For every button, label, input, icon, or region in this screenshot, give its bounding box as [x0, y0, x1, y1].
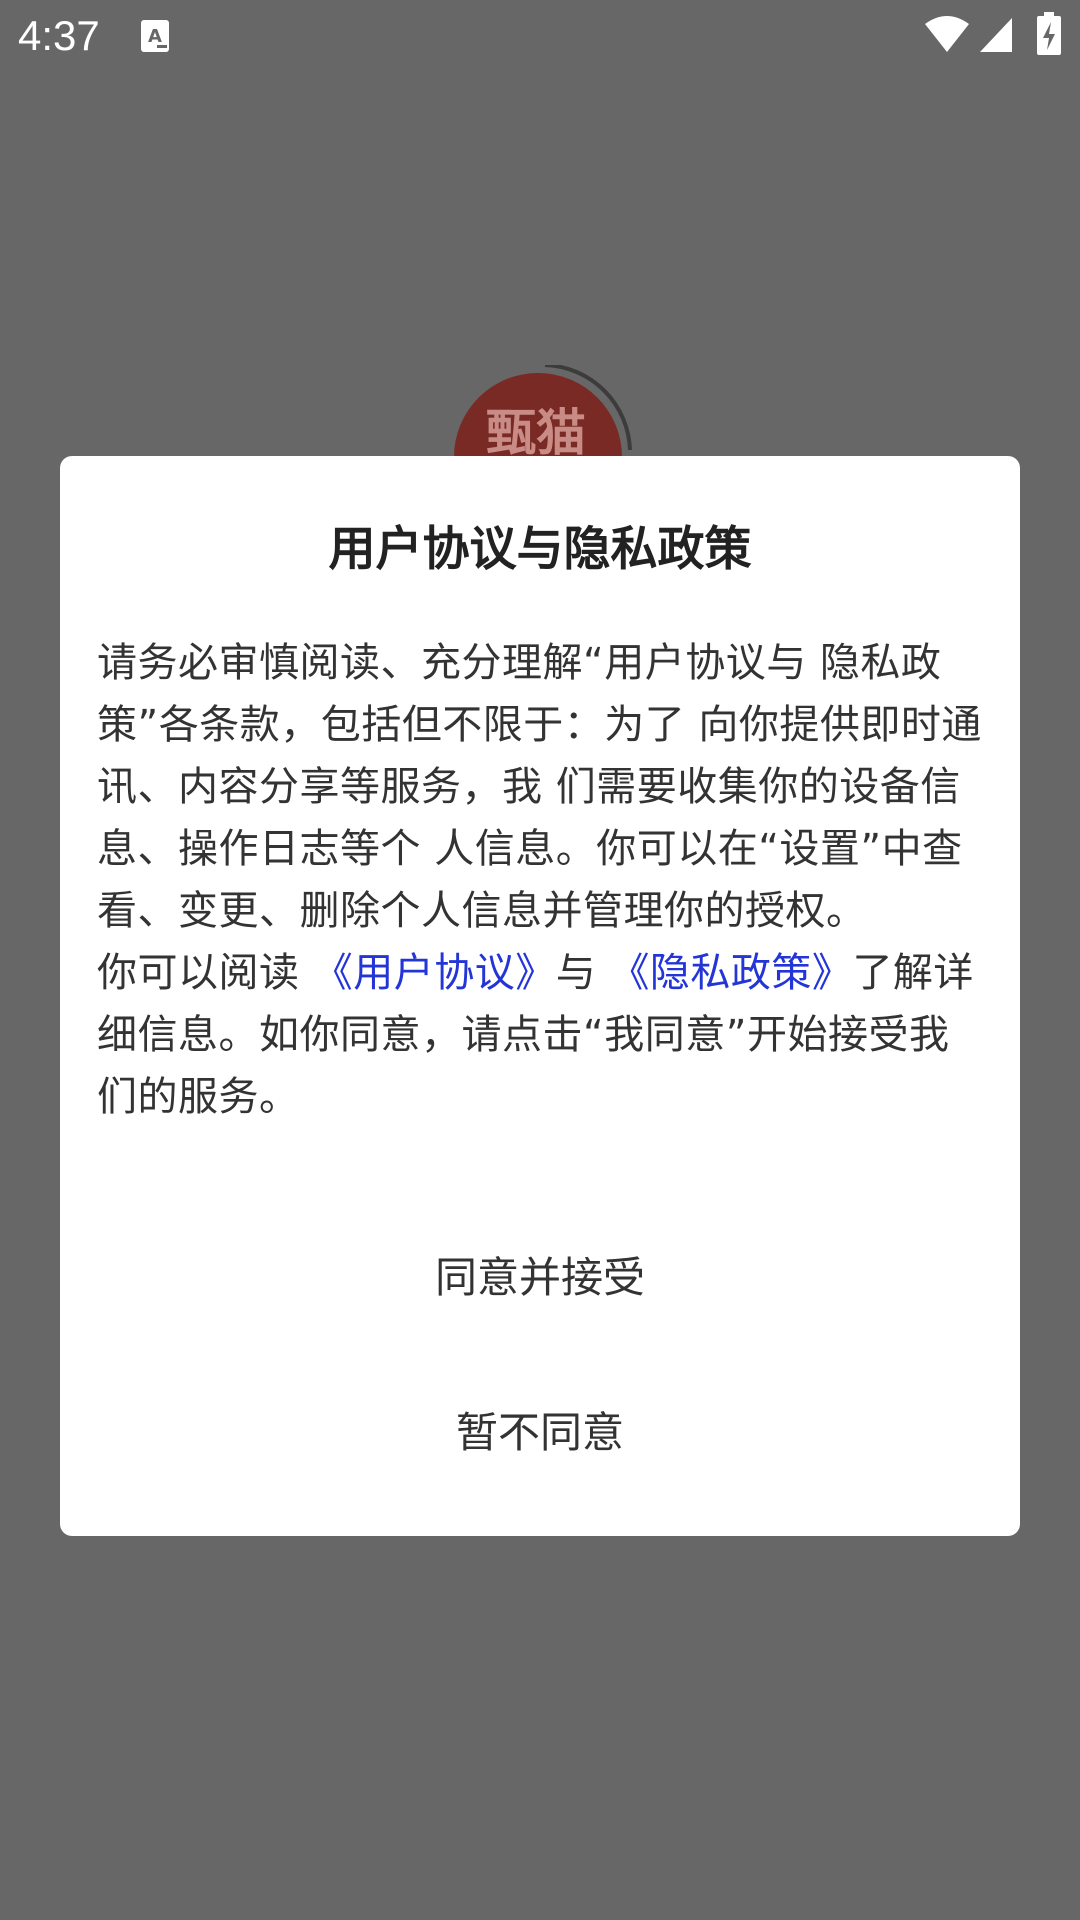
battery-charging-icon — [1037, 12, 1061, 55]
status-time: 4:37 — [18, 12, 100, 59]
consent-paragraph: 请务必审慎阅读、充分理解“用户协议与 隐私政策”各条款，包括但不限于：为了 向你… — [97, 640, 982, 934]
status-bar: 4:37 A — [0, 0, 1080, 72]
svg-text:A: A — [148, 26, 162, 47]
links-prefix: 你可以阅读 — [97, 950, 313, 996]
notification-a-icon: A — [141, 20, 169, 52]
links-paragraph: 你可以阅读 《用户协议》与 《隐私政策》了解详细信息。如你同意，请点击“我同意”… — [97, 942, 987, 1128]
links-and: 与 — [555, 950, 610, 996]
wifi-icon — [925, 16, 969, 52]
signal-icon — [980, 18, 1012, 52]
privacy-policy-link[interactable]: 《隐私政策》 — [609, 950, 852, 996]
app-logo-text: 甄猫 — [486, 404, 586, 462]
agree-button[interactable]: 同意并接受 — [60, 1228, 1020, 1328]
user-agreement-link[interactable]: 《用户协议》 — [313, 950, 556, 996]
dialog-title: 用户协议与隐私政策 — [328, 522, 752, 577]
dialog-body: 请务必审慎阅读、充分理解“用户协议与 隐私政策”各条款，包括但不限于：为了 向你… — [97, 632, 987, 1128]
decline-button[interactable]: 暂不同意 — [60, 1383, 1020, 1483]
